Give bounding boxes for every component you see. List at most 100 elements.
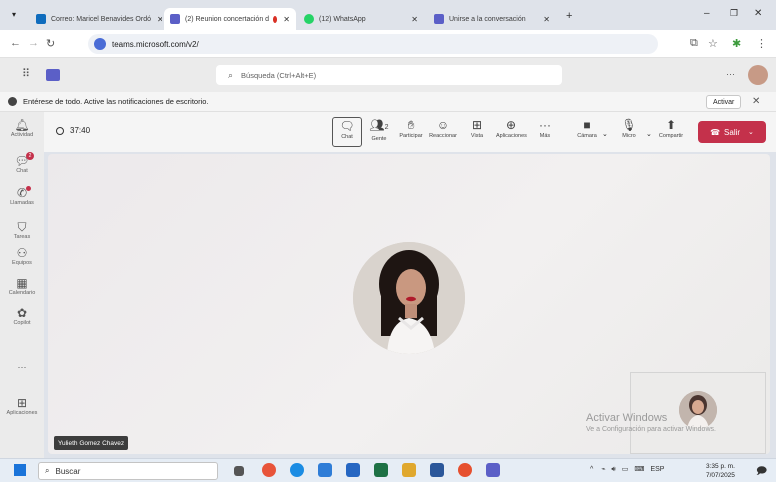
new-tab-icon[interactable]: + <box>566 10 572 22</box>
copilot-icon: ✿ <box>16 306 28 320</box>
app-launcher-icon[interactable]: ⠿ <box>22 67 30 80</box>
cast-icon[interactable]: ⧉ <box>690 37 698 50</box>
taskbar-clock[interactable]: 3:35 p. m. 7/07/2025 <box>706 462 735 480</box>
close-icon[interactable]: ✕ <box>537 15 550 24</box>
sidebar-item-copilot[interactable]: ✿ Copilot <box>0 306 44 326</box>
system-tray: ^ ⌁ 🔊︎ ▭ ⌨ ESP <box>590 465 664 474</box>
watermark-subtitle: Ve a Configuración para activar Windows. <box>586 426 716 433</box>
apps-button[interactable]: ⊕ Aplicaciones <box>496 117 527 139</box>
sidebar-item-label: Tareas <box>13 234 31 240</box>
teams-taskbar-icon[interactable] <box>486 463 500 477</box>
task-view-icon[interactable] <box>234 466 244 476</box>
activate-notifications-button[interactable]: Activar <box>706 95 742 109</box>
mic-label: Micro <box>622 133 636 139</box>
mic-options-icon[interactable]: ⌄ <box>646 130 652 138</box>
camera-off-icon: ■ <box>583 118 591 132</box>
battery-icon[interactable]: ▭ <box>622 466 629 473</box>
more-options-icon[interactable]: ··· <box>726 69 735 79</box>
back-icon[interactable]: ← <box>10 37 21 49</box>
teams-icon: ⚇ <box>16 246 28 260</box>
excel-icon[interactable] <box>374 463 388 477</box>
file-explorer-icon[interactable] <box>402 463 416 477</box>
sidebar-item-apps[interactable]: ⊞ Aplicaciones <box>0 396 44 416</box>
tab-whatsapp[interactable]: (12) WhatsApp ✕ <box>298 8 424 30</box>
search-icon: ⌕ <box>45 466 50 475</box>
search-icon: ⌕ <box>228 69 234 80</box>
chrome-icon[interactable] <box>262 463 276 477</box>
tab-teams-meeting[interactable]: (2) Reunion concertación d ✕ <box>164 8 296 30</box>
url-field[interactable]: teams.microsoft.com/v2/ <box>88 34 658 54</box>
restore-icon[interactable]: ❐ <box>730 8 738 19</box>
tab-label: (2) Reunion concertación d <box>185 15 270 23</box>
react-label: Reaccionar <box>429 133 457 139</box>
sidebar-item-label: Copilot <box>13 320 31 326</box>
minimize-icon[interactable]: – <box>704 8 710 19</box>
extension-icon[interactable]: ✱ <box>732 37 741 50</box>
chat-button[interactable]: 🗨︎ Chat <box>332 117 362 147</box>
language-indicator[interactable]: ESP <box>650 466 664 473</box>
share-screen-icon: ⬆ <box>665 118 677 132</box>
chrome-profile-icon[interactable] <box>458 463 472 477</box>
camera-button[interactable]: ■ Cámara <box>572 117 602 139</box>
volume-icon[interactable]: 🔊︎ <box>611 466 615 473</box>
mail-icon[interactable] <box>346 463 360 477</box>
people-label: Gente <box>371 136 387 142</box>
camera-options-icon[interactable]: ⌄ <box>602 130 608 138</box>
sidebar-item-activity[interactable]: 🔔︎ Actividad <box>0 118 44 138</box>
clock-date: 7/07/2025 <box>706 472 735 479</box>
windows-taskbar: ⌕ Buscar ^ ⌁ 🔊︎ ▭ ⌨ ESP 3:35 p. m. 7/07/… <box>0 458 776 482</box>
windows-start-icon[interactable] <box>14 464 26 476</box>
word-icon[interactable] <box>430 463 444 477</box>
sidebar-item-chat[interactable]: 💬︎ Chat 2 <box>0 152 44 174</box>
store-icon[interactable] <box>318 463 332 477</box>
search-input[interactable]: ⌕ Búsqueda (Ctrl+Alt+E) <box>216 65 562 85</box>
network-icon[interactable]: ⌁ <box>601 466 605 473</box>
reload-icon[interactable]: ↻ <box>46 37 55 50</box>
microphone-icon: 🎙︎ <box>621 118 637 132</box>
forward-icon[interactable]: → <box>28 37 39 49</box>
teams-header: ⠿ ⌕ Búsqueda (Ctrl+Alt+E) ··· <box>0 58 776 92</box>
sidebar-item-label: Chat <box>16 168 28 174</box>
leave-label: Salir <box>724 127 741 137</box>
close-window-icon[interactable]: ✕ <box>754 8 762 19</box>
sidebar-item-label: Aplicaciones <box>6 410 38 416</box>
close-icon[interactable]: ✕ <box>151 15 162 24</box>
close-icon[interactable]: ✕ <box>405 15 418 24</box>
edge-icon[interactable] <box>290 463 304 477</box>
site-info-icon[interactable] <box>94 38 106 50</box>
raise-hand-button[interactable]: ✋︎ Participar <box>396 117 426 139</box>
view-label: Vista <box>470 133 484 139</box>
sidebar-item-tasks[interactable]: ⛉ Tareas <box>0 220 44 240</box>
mic-button[interactable]: 🎙︎ Micro <box>614 117 644 139</box>
whatsapp-icon <box>304 14 314 24</box>
chevron-up-icon[interactable]: ^ <box>590 466 593 473</box>
teams-logo-icon <box>46 69 60 81</box>
browser-menu-icon[interactable]: ⋮ <box>756 37 767 50</box>
profile-avatar[interactable] <box>748 65 768 85</box>
sidebar-item-calls[interactable]: ✆ Llamadas <box>0 186 44 206</box>
tab-list-dropdown-icon[interactable]: ▾ <box>12 10 16 19</box>
people-button[interactable]: 👥︎2 Gente <box>364 117 394 142</box>
taskbar-search-text: Buscar <box>55 466 81 476</box>
sidebar-item-calendar[interactable]: ▦ Calendario <box>0 276 44 296</box>
notifications-icon[interactable]: 🗩 <box>756 464 767 481</box>
taskbar-search-input[interactable]: ⌕ Buscar <box>38 462 218 480</box>
view-button[interactable]: ⊞ Vista <box>462 117 492 139</box>
sidebar-item-teams[interactable]: ⚇ Equipos <box>0 246 44 266</box>
leave-button[interactable]: ☎ Salir ⌄ <box>698 121 766 143</box>
raise-hand-label: Participar <box>399 133 423 139</box>
tab-join-conversation[interactable]: Unirse a la conversación ✕ <box>428 8 556 30</box>
chevron-down-icon[interactable]: ⌄ <box>748 128 754 136</box>
react-button[interactable]: ☺ Reaccionar <box>428 117 458 139</box>
more-label: Más <box>539 133 551 139</box>
sidebar-item-more[interactable]: ··· <box>0 360 44 374</box>
keyboard-icon[interactable]: ⌨ <box>634 466 644 473</box>
sidebar-item-label: Actividad <box>10 132 34 138</box>
close-icon[interactable]: ✕ <box>752 96 760 107</box>
more-icon: ··· <box>539 118 551 132</box>
more-button[interactable]: ··· Más <box>530 117 560 139</box>
share-button[interactable]: ⬆ Compartir <box>656 117 686 139</box>
tab-outlook[interactable]: Correo: Maricel Benavides Ordó ✕ <box>30 8 162 30</box>
bookmark-star-icon[interactable]: ☆ <box>708 37 718 50</box>
close-icon[interactable]: ✕ <box>277 15 290 24</box>
